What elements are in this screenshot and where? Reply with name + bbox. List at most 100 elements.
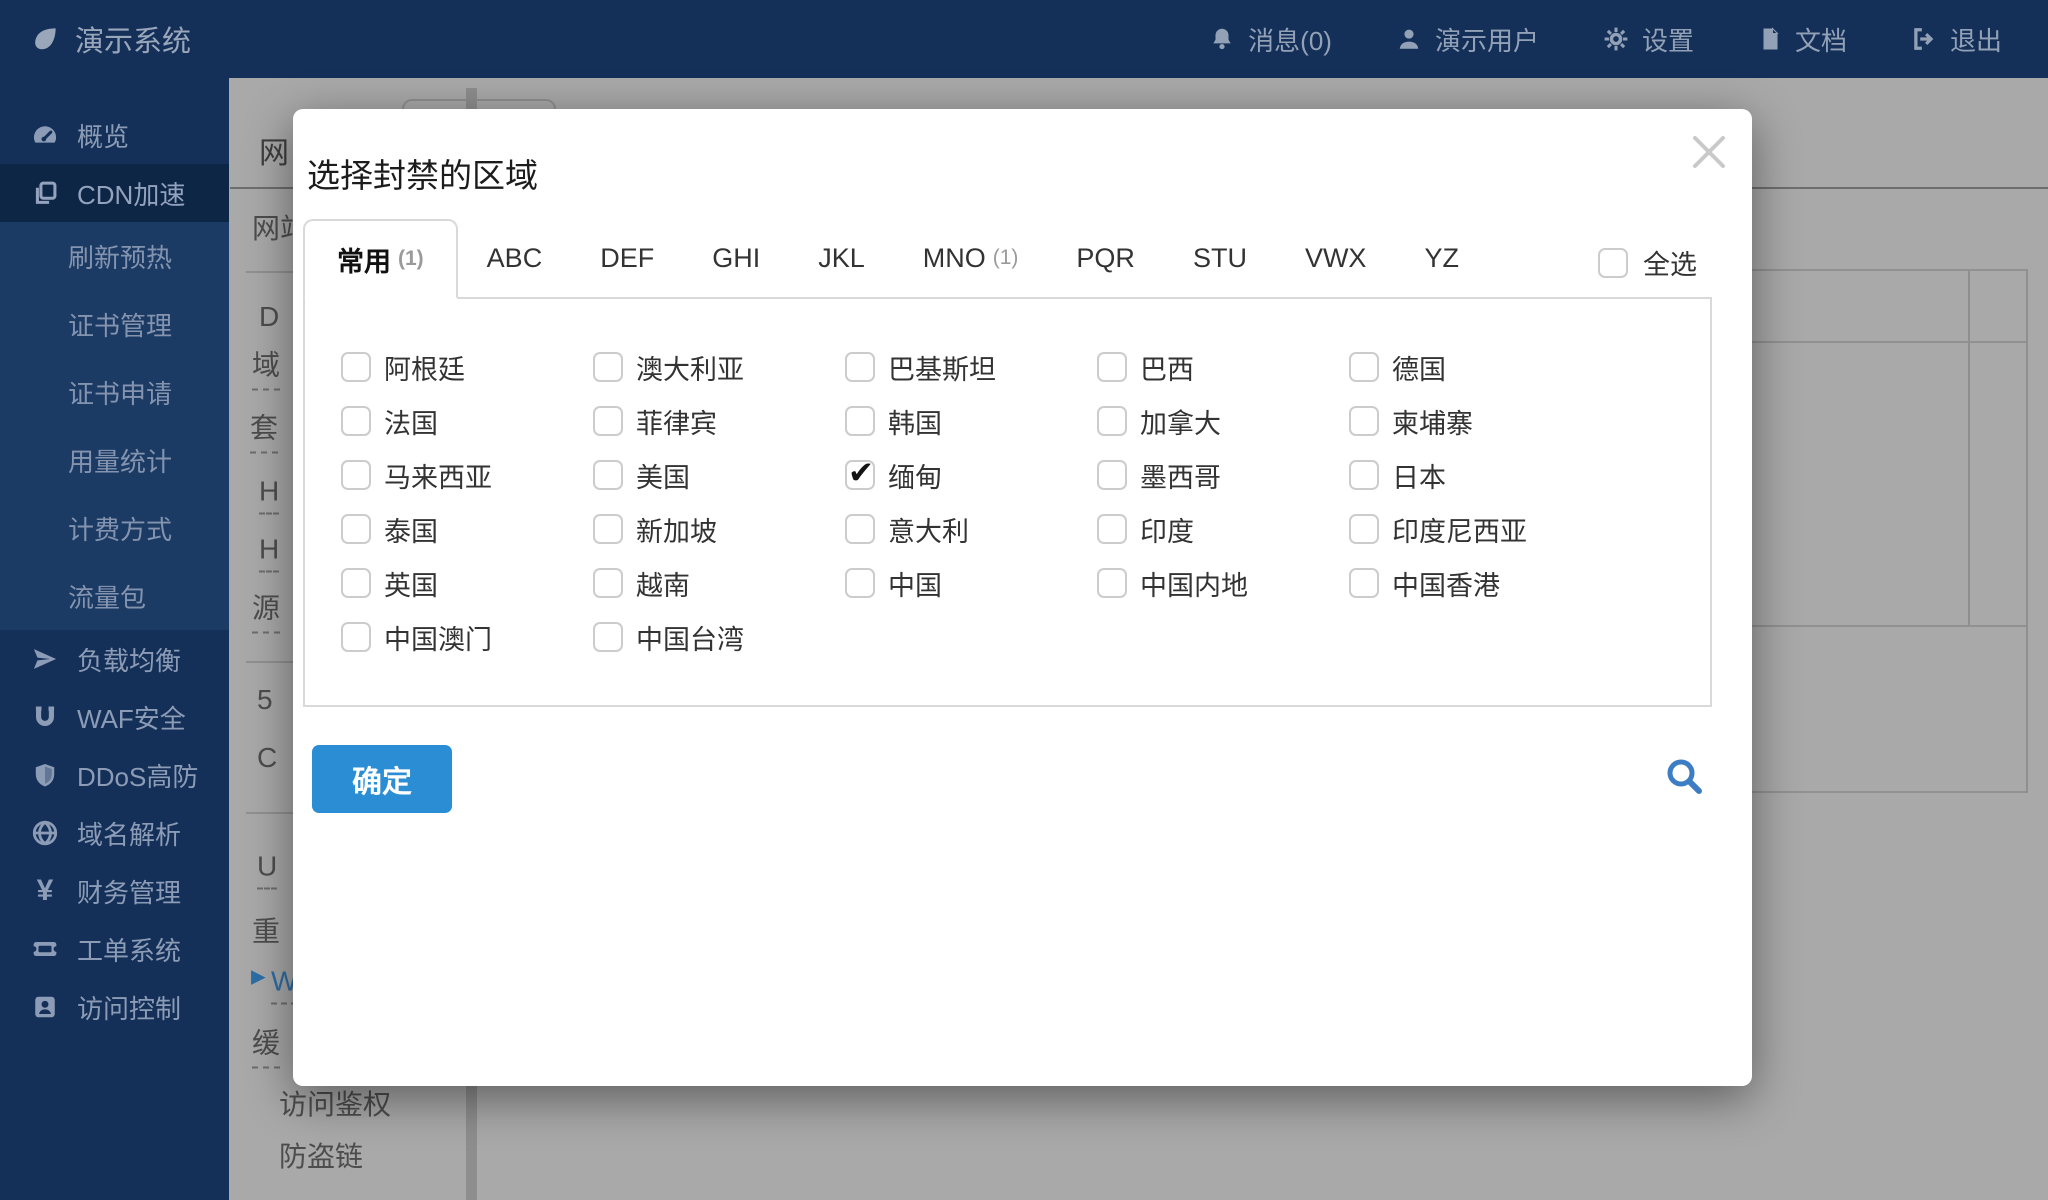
bg-menu-item-C[interactable]: C xyxy=(257,742,277,774)
checkbox-unchecked[interactable] xyxy=(1097,406,1127,436)
region-checkbox-英国[interactable]: 英国 xyxy=(341,564,593,603)
region-checkbox-新加坡[interactable]: 新加坡 xyxy=(593,510,845,549)
tab-STU[interactable]: STU xyxy=(1164,219,1276,297)
checkbox-checked[interactable]: ✔ xyxy=(845,460,875,490)
bg-menu-item-5[interactable]: 5 xyxy=(257,684,273,716)
bg-menu-item-源[interactable]: 源 xyxy=(252,587,280,634)
region-checkbox-日本[interactable]: 日本 xyxy=(1349,456,1601,495)
bg-menu-item-D[interactable]: D xyxy=(259,301,279,333)
sidebar-item-负载均衡[interactable]: 负载均衡 xyxy=(0,630,229,688)
checkbox-unchecked[interactable] xyxy=(341,514,371,544)
sidebar-item-财务管理[interactable]: ¥财务管理 xyxy=(0,862,229,920)
checkbox-unchecked[interactable] xyxy=(1097,514,1127,544)
checkbox-unchecked[interactable] xyxy=(1349,514,1379,544)
sidebar-item-域名解析[interactable]: 域名解析 xyxy=(0,804,229,862)
region-checkbox-墨西哥[interactable]: 墨西哥 xyxy=(1097,456,1349,495)
region-checkbox-韩国[interactable]: 韩国 xyxy=(845,402,1097,441)
checkbox-unchecked[interactable] xyxy=(1097,568,1127,598)
bg-menu-item-H[interactable]: H xyxy=(259,534,279,573)
checkbox-unchecked[interactable] xyxy=(341,352,371,382)
region-checkbox-中国[interactable]: 中国 xyxy=(845,564,1097,603)
nav-item-document[interactable]: 文档 xyxy=(1758,21,1847,58)
tab-MNO[interactable]: MNO(1) xyxy=(894,219,1048,297)
region-checkbox-巴西[interactable]: 巴西 xyxy=(1097,348,1349,387)
checkbox-unchecked[interactable] xyxy=(593,568,623,598)
tab-DEF[interactable]: DEF xyxy=(571,219,683,297)
checkbox-unchecked[interactable] xyxy=(1097,460,1127,490)
sidebar-item-概览[interactable]: 概览 xyxy=(0,106,229,164)
checkbox-unchecked[interactable] xyxy=(593,460,623,490)
checkbox-unchecked[interactable] xyxy=(341,622,371,652)
sidebar-item-DDoS高防[interactable]: DDoS高防 xyxy=(0,746,229,804)
region-checkbox-加拿大[interactable]: 加拿大 xyxy=(1097,402,1349,441)
checkbox-unchecked[interactable] xyxy=(1349,406,1379,436)
checkbox-unchecked[interactable] xyxy=(1349,352,1379,382)
region-checkbox-中国台湾[interactable]: 中国台湾 xyxy=(593,618,845,657)
region-checkbox-印度尼西亚[interactable]: 印度尼西亚 xyxy=(1349,510,1601,549)
checkbox-unchecked[interactable] xyxy=(593,406,623,436)
select-all-box[interactable] xyxy=(1598,248,1628,278)
checkbox-unchecked[interactable] xyxy=(1349,460,1379,490)
region-checkbox-柬埔寨[interactable]: 柬埔寨 xyxy=(1349,402,1601,441)
region-checkbox-泰国[interactable]: 泰国 xyxy=(341,510,593,549)
tab-ABC[interactable]: ABC xyxy=(458,219,572,297)
region-checkbox-阿根廷[interactable]: 阿根廷 xyxy=(341,348,593,387)
tab-VWX[interactable]: VWX xyxy=(1276,219,1396,297)
bg-menu-item-重[interactable]: 重 xyxy=(252,910,280,950)
nav-item-gear[interactable]: 设置 xyxy=(1603,21,1694,58)
region-checkbox-菲律宾[interactable]: 菲律宾 xyxy=(593,402,845,441)
region-checkbox-法国[interactable]: 法国 xyxy=(341,402,593,441)
checkbox-unchecked[interactable] xyxy=(1349,568,1379,598)
sidebar-item-访问控制[interactable]: 访问控制 xyxy=(0,978,229,1036)
checkbox-unchecked[interactable] xyxy=(593,622,623,652)
sidebar-item-工单系统[interactable]: 工单系统 xyxy=(0,920,229,978)
nav-item-user[interactable]: 演示用户 xyxy=(1396,21,1539,58)
sidebar-subitem-流量包[interactable]: 流量包 xyxy=(0,562,229,630)
confirm-button[interactable]: 确定 xyxy=(312,745,452,813)
region-checkbox-巴基斯坦[interactable]: 巴基斯坦 xyxy=(845,348,1097,387)
sidebar-subitem-用量统计[interactable]: 用量统计 xyxy=(0,426,229,494)
checkbox-unchecked[interactable] xyxy=(593,352,623,382)
checkbox-unchecked[interactable] xyxy=(341,460,371,490)
checkbox-unchecked[interactable] xyxy=(845,568,875,598)
bg-menu-item-H[interactable]: H xyxy=(259,476,279,515)
bg-menu-item-访问鉴权[interactable]: 访问鉴权 xyxy=(279,1083,391,1123)
checkbox-unchecked[interactable] xyxy=(593,514,623,544)
bg-menu-item-缓[interactable]: 缓 xyxy=(252,1022,280,1069)
region-checkbox-马来西亚[interactable]: 马来西亚 xyxy=(341,456,593,495)
sidebar-subitem-计费方式[interactable]: 计费方式 xyxy=(0,494,229,562)
checkbox-unchecked[interactable] xyxy=(845,514,875,544)
tab-GHI[interactable]: GHI xyxy=(683,219,789,297)
sidebar-item-WAF安全[interactable]: WAF安全 xyxy=(0,688,229,746)
region-checkbox-中国澳门[interactable]: 中国澳门 xyxy=(341,618,593,657)
tab-常用[interactable]: 常用(1) xyxy=(303,219,458,299)
region-checkbox-越南[interactable]: 越南 xyxy=(593,564,845,603)
modal-close-button[interactable] xyxy=(1684,129,1734,179)
search-button[interactable] xyxy=(1662,754,1708,800)
nav-item-logout[interactable]: 退出 xyxy=(1911,21,2002,58)
sidebar-subitem-证书管理[interactable]: 证书管理 xyxy=(0,290,229,358)
checkbox-unchecked[interactable] xyxy=(845,352,875,382)
bg-menu-item-套[interactable]: 套 xyxy=(250,407,278,454)
bg-menu-item-U[interactable]: U xyxy=(257,851,277,890)
region-checkbox-澳大利亚[interactable]: 澳大利亚 xyxy=(593,348,845,387)
nav-item-bell[interactable]: 消息(0) xyxy=(1209,21,1332,58)
region-checkbox-意大利[interactable]: 意大利 xyxy=(845,510,1097,549)
checkbox-unchecked[interactable] xyxy=(341,406,371,436)
tab-YZ[interactable]: YZ xyxy=(1395,219,1488,297)
region-checkbox-中国内地[interactable]: 中国内地 xyxy=(1097,564,1349,603)
region-checkbox-印度[interactable]: 印度 xyxy=(1097,510,1349,549)
app-brand[interactable]: 演示系统 xyxy=(30,18,191,60)
checkbox-unchecked[interactable] xyxy=(1097,352,1127,382)
select-all-checkbox[interactable]: 全选 xyxy=(1598,243,1697,282)
checkbox-unchecked[interactable] xyxy=(845,406,875,436)
bg-menu-item-域[interactable]: 域 xyxy=(252,344,280,391)
sidebar-item-CDN加速[interactable]: CDN加速 xyxy=(0,164,229,222)
bg-menu-item-防盗链[interactable]: 防盗链 xyxy=(279,1135,363,1175)
region-checkbox-美国[interactable]: 美国 xyxy=(593,456,845,495)
checkbox-unchecked[interactable] xyxy=(341,568,371,598)
tab-JKL[interactable]: JKL xyxy=(789,219,894,297)
sidebar-subitem-证书申请[interactable]: 证书申请 xyxy=(0,358,229,426)
tab-PQR[interactable]: PQR xyxy=(1047,219,1164,297)
region-checkbox-缅甸[interactable]: ✔缅甸 xyxy=(845,456,1097,495)
